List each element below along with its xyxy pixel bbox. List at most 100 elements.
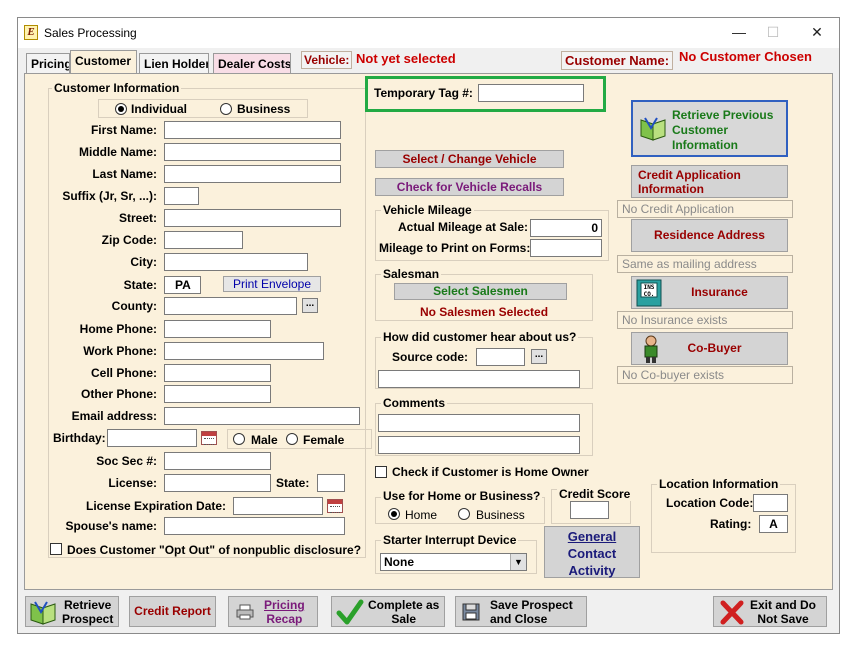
county-input[interactable]: [164, 297, 297, 315]
ssn-input[interactable]: [164, 452, 271, 470]
male-label: Male: [251, 433, 278, 447]
select-salesmen-button[interactable]: Select Salesmen: [394, 283, 567, 300]
credit-report-button[interactable]: Credit Report: [129, 596, 216, 627]
insurance-status: No Insurance exists: [617, 311, 793, 329]
complete-sale-line-1: Complete as: [368, 598, 440, 612]
co-buyer-button[interactable]: Co-Buyer: [631, 332, 788, 365]
insurance-button[interactable]: INS CO. Insurance: [631, 276, 788, 309]
tab-dealer-costs[interactable]: Dealer Costs: [213, 53, 291, 73]
source-detail-input[interactable]: [378, 370, 580, 388]
retrieve-prospect-button[interactable]: Retrieve Prospect: [25, 596, 119, 627]
hear-title: How did customer hear about us?: [381, 330, 579, 344]
pricing-recap-button[interactable]: Pricing Recap: [228, 596, 318, 627]
ssn-label: Soc Sec #:: [96, 454, 157, 468]
county-label: County:: [111, 299, 157, 313]
residence-address-button[interactable]: Residence Address: [631, 219, 788, 252]
use-business-radio[interactable]: [458, 508, 470, 520]
middle-name-label: Middle Name:: [78, 145, 157, 159]
credit-score-input[interactable]: [570, 501, 609, 519]
spouse-input[interactable]: [164, 517, 345, 535]
street-input[interactable]: [164, 209, 341, 227]
home-phone-input[interactable]: [164, 320, 271, 338]
source-code-label: Source code:: [392, 350, 469, 364]
opt-out-checkbox[interactable]: [50, 543, 62, 555]
complete-sale-button[interactable]: Complete as Sale: [331, 596, 445, 627]
print-envelope-button[interactable]: Print Envelope: [223, 276, 321, 292]
suffix-label: Suffix (Jr, Sr, ...):: [62, 189, 157, 203]
credit-app-status: No Credit Application: [617, 200, 793, 218]
email-input[interactable]: [164, 407, 360, 425]
license-input[interactable]: [164, 474, 271, 492]
rating-input[interactable]: A: [759, 515, 788, 533]
birthday-input[interactable]: [107, 429, 197, 447]
save-prospect-button[interactable]: Save Prospect and Close: [455, 596, 587, 627]
female-radio[interactable]: [286, 433, 298, 445]
individual-radio[interactable]: [115, 103, 127, 115]
customer-info-title: Customer Information: [52, 81, 182, 95]
license-exp-calendar-icon[interactable]: [327, 499, 343, 513]
source-code-input[interactable]: [476, 348, 525, 366]
license-state-input[interactable]: [317, 474, 345, 492]
general-contact-button[interactable]: General Contact Activity: [544, 526, 640, 578]
spouse-label: Spouse's name:: [65, 519, 157, 533]
chevron-down-icon[interactable]: ▼: [510, 554, 526, 570]
close-icon[interactable]: ✕: [808, 24, 826, 40]
suffix-input[interactable]: [164, 187, 199, 205]
svg-text:INS: INS: [644, 284, 655, 291]
other-phone-label: Other Phone:: [80, 387, 157, 401]
male-radio[interactable]: [233, 433, 245, 445]
vehicle-recalls-button[interactable]: Check for Vehicle Recalls: [375, 178, 564, 196]
business-radio[interactable]: [220, 103, 232, 115]
source-code-browse-button[interactable]: ...: [531, 349, 547, 364]
starter-select[interactable]: None: [380, 553, 527, 571]
printer-icon: [236, 604, 254, 620]
state-input[interactable]: PA: [164, 276, 201, 294]
use-home-radio[interactable]: [388, 508, 400, 520]
home-phone-label: Home Phone:: [79, 322, 157, 336]
business-label: Business: [237, 102, 291, 116]
maximize-icon[interactable]: ☐: [764, 24, 782, 40]
exit-button[interactable]: Exit and Do Not Save: [713, 596, 827, 627]
tab-customer[interactable]: Customer: [70, 50, 137, 74]
tab-lien-holder[interactable]: Lien Holder: [139, 53, 209, 73]
last-name-input[interactable]: [164, 165, 341, 183]
svg-text:CO.: CO.: [644, 291, 655, 298]
tab-pricing[interactable]: Pricing: [26, 53, 70, 73]
save-prospect-line-2: and Close: [490, 612, 548, 626]
exit-line-2: Not Save: [757, 612, 809, 626]
location-code-input[interactable]: [753, 494, 788, 512]
retrieve-previous-button[interactable]: Retrieve Previous Customer Information: [631, 100, 788, 157]
minimize-icon[interactable]: —: [730, 24, 748, 40]
general-contact-line-2: Contact: [567, 546, 617, 561]
comments-line-1-input[interactable]: [378, 414, 580, 432]
home-owner-checkbox[interactable]: [375, 466, 387, 478]
co-buyer-label: Co-Buyer: [687, 341, 742, 355]
other-phone-input[interactable]: [164, 385, 271, 403]
mileage-print-input[interactable]: [530, 239, 602, 257]
floppy-disk-icon: [462, 603, 480, 621]
use-business-label: Business: [476, 508, 525, 522]
birthday-calendar-icon[interactable]: [201, 431, 217, 445]
middle-name-input[interactable]: [164, 143, 341, 161]
license-label: License:: [108, 476, 157, 490]
insurance-book-icon: INS CO.: [636, 279, 662, 307]
city-input[interactable]: [164, 253, 308, 271]
cell-phone-input[interactable]: [164, 364, 271, 382]
first-name-input[interactable]: [164, 121, 341, 139]
select-vehicle-button[interactable]: Select / Change Vehicle: [375, 150, 564, 168]
state-label: State:: [123, 278, 157, 292]
county-browse-button[interactable]: ...: [302, 298, 318, 313]
zip-input[interactable]: [164, 231, 243, 249]
license-exp-input[interactable]: [233, 497, 323, 515]
temp-tag-input[interactable]: [478, 84, 584, 102]
credit-application-button[interactable]: Credit Application Information: [631, 165, 788, 198]
comments-line-2-input[interactable]: [378, 436, 580, 454]
actual-mileage-input[interactable]: 0: [530, 219, 602, 237]
app-logo-icon: E: [24, 25, 38, 40]
credit-score-label: Credit Score: [557, 487, 633, 501]
no-salesmen-text: No Salesmen Selected: [419, 305, 549, 319]
work-phone-input[interactable]: [164, 342, 324, 360]
comments-title: Comments: [381, 396, 448, 410]
book-arrow-icon: [30, 601, 56, 625]
rating-label: Rating:: [710, 517, 752, 531]
